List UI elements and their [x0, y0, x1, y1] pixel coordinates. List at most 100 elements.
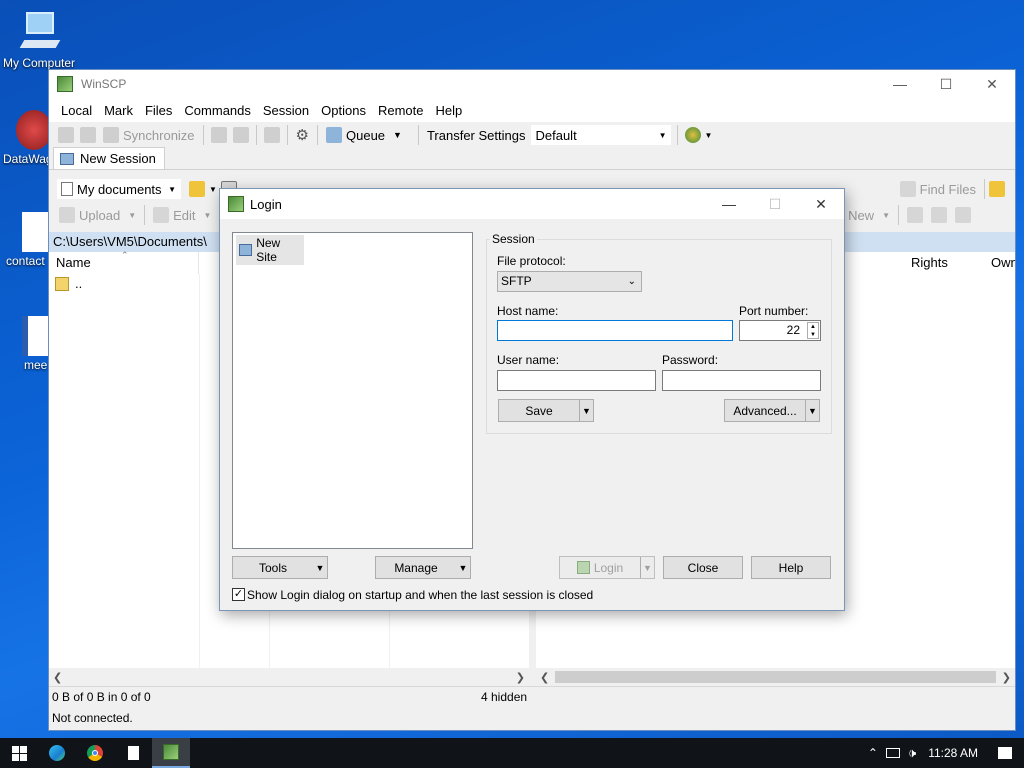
minimize-button[interactable]: — — [877, 70, 923, 98]
toolbar-separator — [202, 125, 204, 145]
new-session-icon — [60, 152, 74, 165]
taskbar-chrome[interactable] — [76, 738, 114, 768]
taskbar-winscp[interactable] — [152, 738, 190, 768]
clock[interactable]: 11:28 AM — [928, 746, 978, 760]
console-icon[interactable] — [210, 127, 227, 143]
winscp-icon — [163, 744, 179, 760]
port-number-input[interactable]: 22 ▲ ▼ — [739, 320, 821, 341]
chevron-down-icon[interactable]: ▼ — [209, 185, 217, 194]
status-bar: 0 B of 0 B in 0 of 0 4 hidden Not connec… — [49, 686, 1015, 730]
site-list[interactable]: New Site — [232, 232, 473, 549]
site-item-new-site[interactable]: New Site — [236, 235, 304, 265]
open-folder-icon[interactable] — [189, 181, 205, 197]
scroll-left-icon[interactable]: ❮ — [540, 671, 549, 684]
file-protocol-select[interactable]: SFTP ⌄ — [497, 271, 642, 292]
chevron-down-icon[interactable]: ▼ — [640, 557, 654, 578]
menu-files[interactable]: Files — [139, 103, 178, 118]
column-header-name[interactable]: Name ⌃ — [49, 250, 199, 274]
new-button[interactable]: New ▼ — [844, 204, 894, 226]
synchronize-button[interactable]: Synchronize — [99, 124, 199, 146]
file-icon — [127, 746, 139, 760]
password-input[interactable] — [662, 370, 821, 391]
taskbar-notepad[interactable] — [114, 738, 152, 768]
chevron-up-icon[interactable]: ⌃ — [868, 746, 878, 760]
select-all-icon[interactable] — [907, 207, 923, 223]
host-name-input[interactable] — [497, 320, 733, 341]
desktop-icon-my-computer[interactable]: My Computer — [0, 10, 80, 70]
toolbar-separator — [984, 179, 985, 199]
password-label: Password: — [662, 353, 719, 367]
chevron-down-icon[interactable]: ▼ — [704, 131, 712, 140]
tree-icon[interactable] — [989, 181, 1005, 197]
show-login-on-startup-label[interactable]: Show Login dialog on startup and when th… — [247, 588, 593, 602]
toolbar-separator — [144, 205, 146, 225]
scroll-thumb[interactable] — [555, 671, 996, 683]
menu-session[interactable]: Session — [257, 103, 315, 118]
location-dropdown[interactable]: My documents ▼ — [57, 179, 181, 199]
show-login-on-startup-checkbox[interactable]: ✓ — [232, 588, 245, 601]
minimize-button[interactable]: — — [706, 189, 752, 219]
scroll-left-icon[interactable]: ❮ — [53, 671, 62, 684]
queue-button[interactable]: Queue ▼ — [322, 124, 406, 146]
edit-button[interactable]: Edit ▼ — [149, 204, 215, 226]
list-item[interactable]: .. — [55, 276, 82, 291]
menu-remote[interactable]: Remote — [372, 103, 430, 118]
find-files-button[interactable]: Find Files — [896, 178, 980, 200]
save-button[interactable]: Save ▼ — [498, 399, 594, 422]
manage-button[interactable]: Manage ▼ — [375, 556, 471, 579]
chevron-down-icon: ▼ — [658, 130, 667, 140]
notification-icon[interactable] — [998, 747, 1012, 759]
chevron-down-icon[interactable]: ▼ — [805, 400, 819, 421]
terminal-icon[interactable] — [232, 127, 249, 143]
maximize-button[interactable]: ☐ — [923, 70, 969, 98]
network-icon[interactable] — [885, 748, 900, 758]
advanced-button[interactable]: Advanced... ▼ — [724, 399, 820, 422]
login-button[interactable]: Login ▼ — [559, 556, 655, 579]
scroll-right-icon[interactable]: ❯ — [516, 671, 525, 684]
compare-icon[interactable] — [58, 127, 74, 143]
close-dialog-button[interactable]: Close — [663, 556, 743, 579]
tools-button[interactable]: Tools ▼ — [232, 556, 328, 579]
start-button[interactable] — [0, 738, 38, 768]
preferences-gear-icon[interactable]: ⚙ — [296, 126, 309, 144]
sync-browse-icon[interactable] — [80, 127, 96, 143]
file-icon — [22, 212, 50, 252]
column-header-rights[interactable]: Rights — [911, 252, 991, 274]
chevron-down-icon[interactable]: ▼ — [313, 557, 327, 578]
main-toolbar: Synchronize ⚙ Queue ▼ Transfer Settings … — [49, 122, 1015, 148]
session-group-label: Session — [490, 232, 537, 246]
new-site-icon — [239, 244, 253, 256]
menu-options[interactable]: Options — [315, 103, 372, 118]
scroll-right-icon[interactable]: ❯ — [1002, 671, 1011, 684]
transfer-settings-dropdown[interactable]: Default ▼ — [531, 125, 672, 145]
desktop-icon-label: My Computer — [2, 56, 76, 70]
left-horizontal-scrollbar[interactable]: ❮ ❯ — [49, 668, 529, 686]
document-icon — [22, 316, 50, 356]
toolbar-separator — [898, 205, 899, 225]
menu-local[interactable]: Local — [55, 103, 98, 118]
taskbar-edge[interactable] — [38, 738, 76, 768]
menu-commands[interactable]: Commands — [178, 103, 256, 118]
filter-icon[interactable] — [955, 207, 971, 223]
menu-mark[interactable]: Mark — [98, 103, 139, 118]
globe-icon[interactable] — [685, 127, 702, 143]
unselect-icon[interactable] — [931, 207, 947, 223]
port-spinner[interactable]: ▲ ▼ — [807, 322, 819, 339]
chevron-down-icon: ▼ — [168, 184, 176, 194]
close-button[interactable]: ✕ — [969, 70, 1015, 98]
title-bar: WinSCP — ☐ ✕ — [49, 70, 1015, 98]
upload-icon — [59, 207, 75, 223]
transfer-settings-label: Transfer Settings — [426, 127, 526, 143]
user-name-input[interactable] — [497, 370, 656, 391]
tab-new-session[interactable]: New Session — [53, 147, 165, 169]
open-directory-icon[interactable] — [263, 127, 280, 143]
help-button[interactable]: Help — [751, 556, 831, 579]
column-header-owner[interactable]: Own — [991, 252, 1015, 274]
volume-icon[interactable]: 🕩 — [908, 745, 916, 761]
upload-button[interactable]: Upload ▼ — [55, 204, 140, 226]
chevron-down-icon[interactable]: ▼ — [579, 400, 593, 421]
close-button[interactable]: ✕ — [798, 189, 844, 219]
right-horizontal-scrollbar[interactable]: ❮ ❯ — [536, 668, 1015, 686]
menu-help[interactable]: Help — [429, 103, 468, 118]
chevron-down-icon[interactable]: ▼ — [456, 557, 470, 578]
